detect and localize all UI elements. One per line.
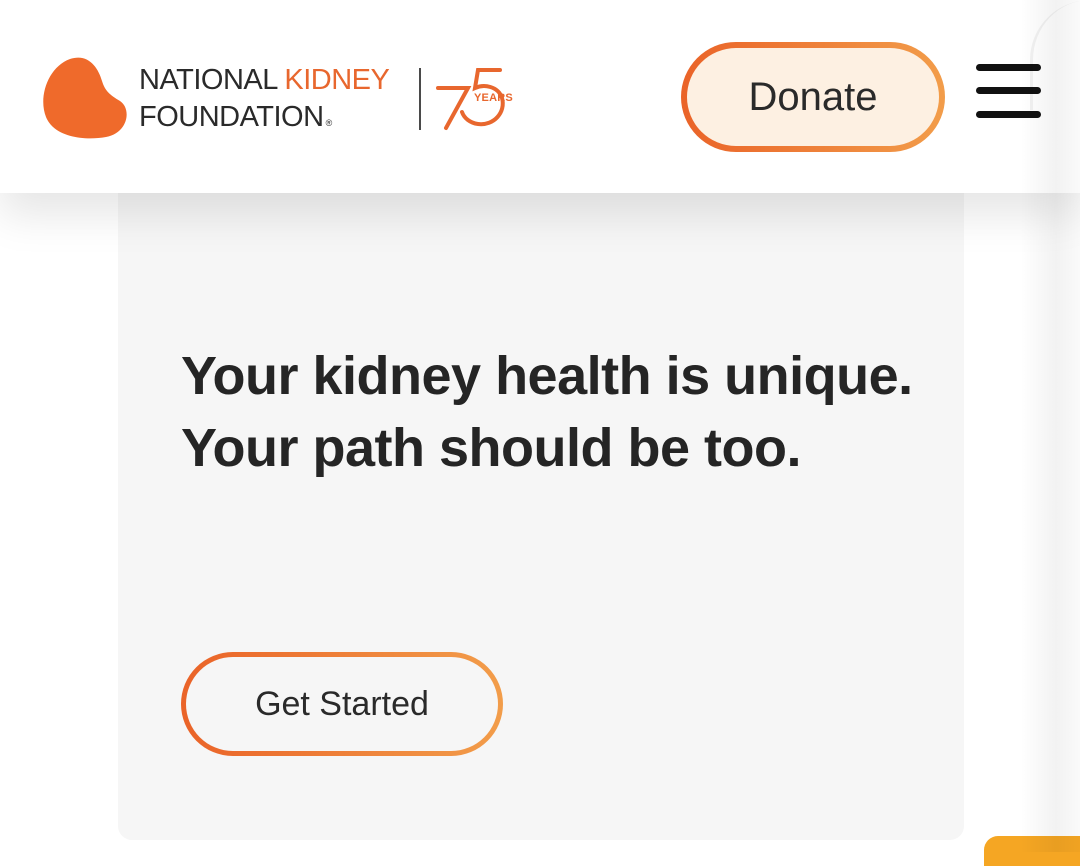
menu-bar-top [976,64,1041,71]
site-header: NATIONAL KIDNEY FOUNDATION ® YEARS Donate [0,0,1080,193]
menu-bar-bottom [976,111,1041,118]
donate-button[interactable]: Donate [681,42,945,152]
kidney-logo-icon [43,57,127,139]
logo-word-national: NATIONAL [139,64,277,96]
logo-divider [419,68,421,130]
logo-word-kidney: KIDNEY [284,64,390,96]
logo-word-foundation: FOUNDATION [139,101,324,133]
hamburger-menu-icon[interactable] [976,62,1041,120]
menu-bar-middle [976,87,1041,94]
floating-tab[interactable] [984,836,1080,866]
hero-headline: Your kidney health is unique. Your path … [181,346,913,478]
donate-label: Donate [687,48,939,146]
get-started-label: Get Started [186,657,498,751]
logo-wordmark: NATIONAL KIDNEY FOUNDATION ® [139,62,390,142]
registered-mark: ® [325,118,333,128]
logo-link[interactable]: NATIONAL KIDNEY FOUNDATION ® YEARS [0,0,525,193]
get-started-button[interactable]: Get Started [181,652,503,756]
anniversary-years-text: YEARS [474,92,513,104]
